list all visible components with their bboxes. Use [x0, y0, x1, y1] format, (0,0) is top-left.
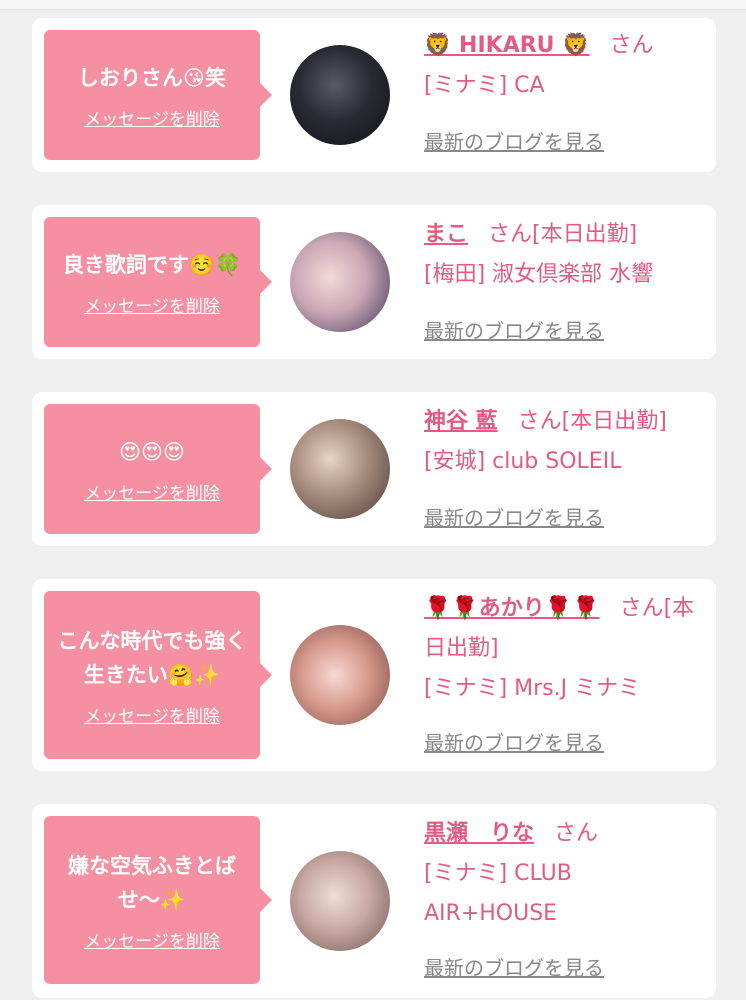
message-text: 嫌な空気ふきとばせ〜✨ — [68, 853, 236, 912]
message-text: こんな時代でも強く生きたい🤗✨ — [57, 628, 247, 687]
cast-suffix: さん — [554, 821, 599, 846]
cast-name-line: まこ さん[本日出勤] — [424, 215, 704, 255]
shop-name: [ミナミ] Mrs.J ミナミ — [424, 676, 641, 701]
top-divider — [0, 0, 746, 10]
message-bubble: 😍😍😍 メッセージを削除 — [44, 404, 272, 534]
cast-name-line: 🦁 HIKARU 🦁 さん — [424, 26, 704, 66]
message-text: 良き歌詞です☺️🍀 — [62, 252, 242, 277]
message-card: こんな時代でも強く生きたい🤗✨ メッセージを削除 🌹🌹あかり🌹🌹 さん[本日出勤]… — [32, 579, 716, 771]
cast-name-link[interactable]: 黒瀬 りな — [424, 821, 534, 846]
latest-blog-link[interactable]: 最新のブログを見る — [424, 315, 604, 344]
cast-info: 黒瀬 りな さん [ミナミ] CLUB AIR+HOUSE — [424, 814, 704, 934]
latest-blog-link[interactable]: 最新のブログを見る — [424, 952, 604, 981]
message-bubble: しおりさん😘笑 メッセージを削除 — [44, 30, 272, 160]
cast-name-link[interactable]: まこ — [424, 222, 468, 247]
cast-name-link[interactable]: 🦁 HIKARU 🦁 — [424, 33, 590, 58]
delete-message-link[interactable]: メッセージを削除 — [84, 292, 220, 317]
cast-info: 🌹🌹あかり🌹🌹 さん[本日出勤] [ミナミ] Mrs.J ミナミ — [424, 589, 704, 709]
cast-suffix: さん[本日出勤] — [488, 222, 638, 247]
delete-message-link[interactable]: メッセージを削除 — [84, 105, 220, 130]
cast-suffix: さん[本日出勤] — [517, 409, 667, 434]
message-text: 😍😍😍 — [119, 439, 185, 464]
cast-info: 🦁 HIKARU 🦁 さん [ミナミ] CA — [424, 26, 704, 106]
cast-name-line: 🌹🌹あかり🌹🌹 さん[本日出勤] — [424, 589, 704, 669]
avatar[interactable] — [290, 851, 390, 951]
message-card: しおりさん😘笑 メッセージを削除 🦁 HIKARU 🦁 さん [ミナミ] CA 最… — [32, 18, 716, 172]
avatar[interactable] — [290, 45, 390, 145]
message-text: しおりさん😘笑 — [78, 65, 226, 90]
avatar[interactable] — [290, 232, 390, 332]
cast-info: まこ さん[本日出勤] [梅田] 淑女倶楽部 水響 — [424, 215, 704, 295]
shop-name: [ミナミ] CA — [424, 73, 545, 98]
delete-message-link[interactable]: メッセージを削除 — [84, 927, 220, 952]
cast-name-link[interactable]: 神谷 藍 — [424, 409, 498, 434]
delete-message-link[interactable]: メッセージを削除 — [84, 479, 220, 504]
message-card: 😍😍😍 メッセージを削除 神谷 藍さん[本日出勤] [安城] club SOLE… — [32, 392, 716, 546]
message-card: 嫌な空気ふきとばせ〜✨ メッセージを削除 黒瀬 りな さん [ミナミ] CLUB … — [32, 804, 716, 998]
latest-blog-link[interactable]: 最新のブログを見る — [424, 727, 604, 756]
avatar[interactable] — [290, 419, 390, 519]
message-card: 良き歌詞です☺️🍀 メッセージを削除 まこ さん[本日出勤] [梅田] 淑女倶楽部… — [32, 205, 716, 359]
message-bubble: 良き歌詞です☺️🍀 メッセージを削除 — [44, 217, 272, 347]
shop-name: [ミナミ] CLUB AIR+HOUSE — [424, 861, 572, 926]
shop-name: [梅田] 淑女倶楽部 水響 — [424, 262, 654, 287]
message-bubble: 嫌な空気ふきとばせ〜✨ メッセージを削除 — [44, 816, 272, 984]
latest-blog-link[interactable]: 最新のブログを見る — [424, 502, 604, 531]
cast-name-link[interactable]: 🌹🌹あかり🌹🌹 — [424, 596, 600, 621]
cast-name-line: 神谷 藍さん[本日出勤] — [424, 402, 704, 442]
latest-blog-link[interactable]: 最新のブログを見る — [424, 126, 604, 155]
delete-message-link[interactable]: メッセージを削除 — [84, 702, 220, 727]
avatar[interactable] — [290, 625, 390, 725]
cast-name-line: 黒瀬 りな さん — [424, 814, 704, 854]
cast-suffix: さん — [609, 33, 654, 58]
shop-name: [安城] club SOLEIL — [424, 449, 622, 474]
message-bubble: こんな時代でも強く生きたい🤗✨ メッセージを削除 — [44, 591, 272, 759]
cast-info: 神谷 藍さん[本日出勤] [安城] club SOLEIL — [424, 402, 704, 482]
